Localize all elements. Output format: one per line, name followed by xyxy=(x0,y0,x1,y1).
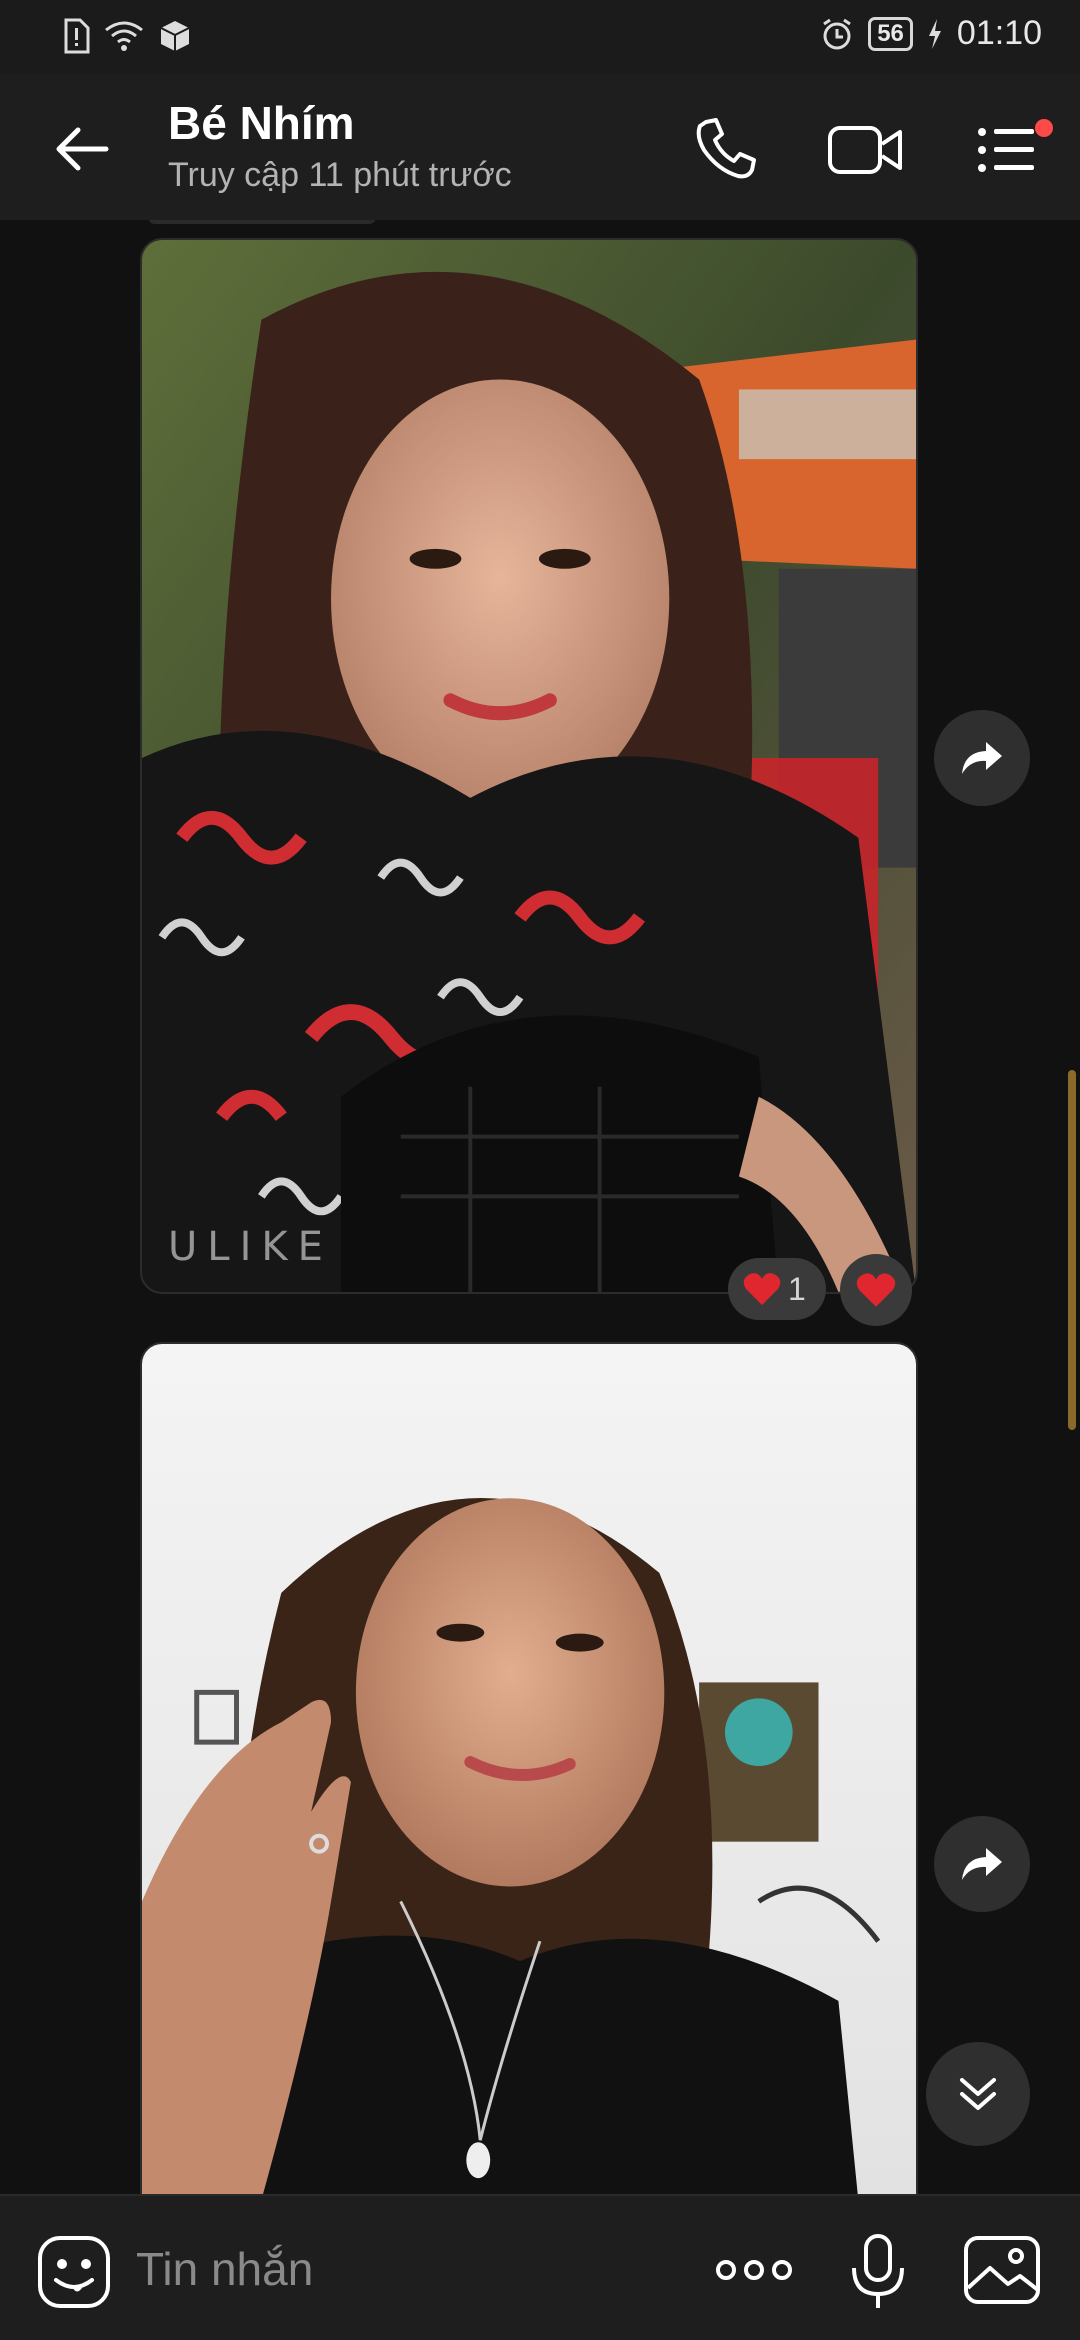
clock: 01:10 xyxy=(956,14,1042,52)
previous-message-edge xyxy=(148,220,376,224)
share-forward-icon xyxy=(962,742,1002,774)
heart-icon xyxy=(743,1273,781,1305)
scrollbar-thumb[interactable] xyxy=(1068,1070,1076,1430)
sim-alert-icon xyxy=(64,18,90,54)
phone-call-icon[interactable] xyxy=(688,112,764,188)
back-arrow-icon[interactable] xyxy=(48,114,118,184)
chat-header: Bé Nhím Truy cập 11 phút trước xyxy=(0,74,1080,220)
photo-watermark: ULIKE xyxy=(168,1224,333,1270)
contact-name[interactable]: Bé Nhím xyxy=(168,96,355,150)
share-button-1[interactable] xyxy=(934,710,1030,806)
microphone-icon[interactable] xyxy=(846,2232,910,2312)
share-forward-icon xyxy=(962,1848,1002,1880)
last-seen-status: Truy cập 11 phút trước xyxy=(168,156,512,194)
sticker-emoji-icon[interactable] xyxy=(36,2234,112,2310)
notification-dot xyxy=(1035,119,1053,137)
photo-message-1[interactable]: ULIKE xyxy=(140,238,918,1294)
reaction-count: 1 xyxy=(788,1270,806,1307)
alarm-icon xyxy=(823,18,852,49)
menu-list-icon[interactable] xyxy=(974,112,1064,188)
charging-icon xyxy=(928,18,941,49)
composer-bar xyxy=(0,2194,1080,2340)
message-input[interactable] xyxy=(136,2226,676,2312)
photo-message-2[interactable] xyxy=(140,1342,918,2194)
scroll-to-bottom-button[interactable] xyxy=(926,2042,1030,2146)
share-button-2[interactable] xyxy=(934,1816,1030,1912)
video-call-icon[interactable] xyxy=(826,112,906,188)
heart-icon xyxy=(856,1273,896,1307)
package-icon xyxy=(160,21,190,51)
wifi-icon xyxy=(105,21,143,51)
photo-image xyxy=(142,240,916,1292)
message-list[interactable]: ULIKE 1 xyxy=(0,220,1080,2194)
battery-level: 56 xyxy=(868,16,913,51)
reaction-summary[interactable]: 1 xyxy=(728,1258,826,1320)
status-left-icons xyxy=(62,18,192,54)
more-options-icon[interactable] xyxy=(712,2240,796,2300)
photo-image xyxy=(142,1344,916,2194)
image-gallery-icon[interactable] xyxy=(962,2234,1042,2306)
status-bar: 56 01:10 xyxy=(0,0,1080,74)
double-chevron-down-icon xyxy=(960,2078,996,2110)
react-button[interactable] xyxy=(840,1254,912,1326)
status-right: 56 01:10 xyxy=(820,14,1042,53)
